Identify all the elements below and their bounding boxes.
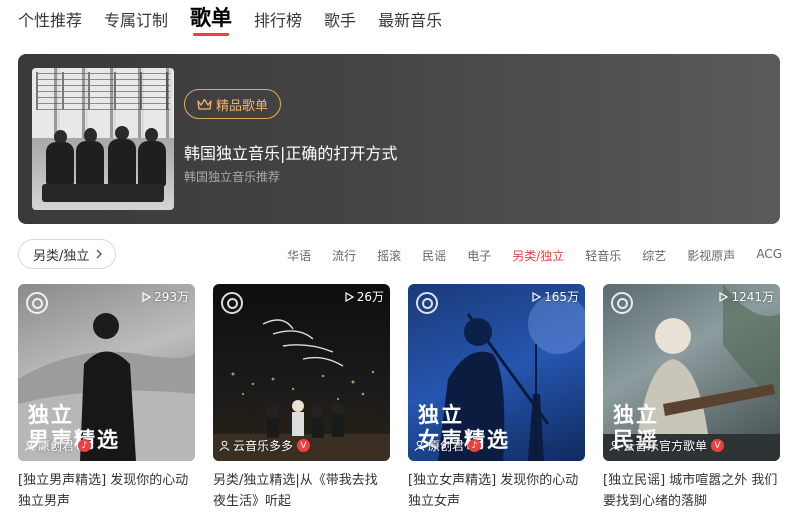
music-badge-icon: ♪ [468, 439, 482, 452]
tag-folk[interactable]: 民谣 [422, 247, 446, 264]
tab-recommend[interactable]: 个性推荐 [18, 0, 82, 31]
playlist-card[interactable]: 165万 独立 女声精选 原创君 ♪ [独立女声精选] 发现你的心动独立女声 [408, 284, 585, 512]
user-icon [24, 440, 35, 451]
tab-new-music[interactable]: 最新音乐 [378, 0, 442, 31]
category-selector-label: 另类/独立 [33, 248, 90, 264]
tag-soundtrack[interactable]: 影视原声 [687, 247, 735, 264]
banner-subtitle: 韩国独立音乐推荐 [184, 170, 281, 184]
premium-playlist-badge[interactable]: 精品歌单 [184, 89, 282, 119]
playlist-creator[interactable]: 云音乐官方歌单 V [609, 437, 725, 454]
featured-playlist-banner[interactable]: 精品歌单 韩国独立音乐|正确的打开方式 韩国独立音乐推荐 [18, 54, 780, 224]
tag-light-music[interactable]: 轻音乐 [585, 247, 621, 264]
user-icon [414, 440, 425, 451]
category-selector-button[interactable]: 另类/独立 [18, 239, 117, 269]
banner-cover-image[interactable] [32, 68, 174, 210]
playlist-card[interactable]: 293万 独立 男声精选 原创君 ♪ [独立男声精选] 发现你的心动独立男声 [18, 284, 195, 512]
playlist-card[interactable]: 26万 云音乐多多 V 另类/独立精选|从《带我去找夜生活》听起 [213, 284, 390, 512]
playlist-title[interactable]: [独立男声精选] 发现你的心动独立男声 [18, 470, 195, 512]
verified-badge-icon: V [297, 439, 311, 452]
playlist-creator[interactable]: 原创君 ♪ [414, 437, 482, 454]
play-count: 293万 [141, 288, 189, 305]
crown-icon [197, 98, 212, 110]
tab-exclusive[interactable]: 专属订制 [104, 0, 168, 31]
music-badge-icon: ♪ [78, 439, 92, 452]
chevron-right-icon [96, 249, 103, 259]
playlist-title[interactable]: 另类/独立精选|从《带我去找夜生活》听起 [213, 470, 390, 512]
playlist-creator[interactable]: 云音乐多多 V [219, 437, 311, 454]
play-count: 26万 [344, 288, 384, 305]
play-count: 165万 [531, 288, 579, 305]
banner-title[interactable]: 韩国独立音乐|正确的打开方式 [184, 140, 397, 164]
tag-electronic[interactable]: 电子 [467, 247, 491, 264]
top-nav: 个性推荐 专属订制 歌单 排行榜 歌手 最新音乐 [18, 0, 464, 40]
play-count: 1241万 [718, 288, 774, 305]
tab-playlists[interactable]: 歌单 [190, 0, 232, 36]
tag-pop[interactable]: 流行 [332, 247, 356, 264]
playlist-cover[interactable]: 165万 独立 女声精选 原创君 ♪ [408, 284, 585, 461]
playlist-cover[interactable]: 26万 云音乐多多 V [213, 284, 390, 461]
user-icon [609, 440, 620, 451]
play-icon [345, 291, 354, 302]
tag-acg[interactable]: ACG [756, 247, 782, 264]
tag-variety[interactable]: 综艺 [642, 247, 666, 264]
playlist-creator[interactable]: 原创君 ♪ [24, 437, 92, 454]
netease-logo-icon [221, 292, 243, 314]
tab-charts[interactable]: 排行榜 [254, 0, 302, 31]
tab-artists[interactable]: 歌手 [324, 0, 356, 31]
tag-rock[interactable]: 摇滚 [377, 247, 401, 264]
netease-logo-icon [26, 292, 48, 314]
premium-badge-label: 精品歌单 [216, 98, 269, 114]
playlist-title[interactable]: [独立女声精选] 发现你的心动独立女声 [408, 470, 585, 512]
netease-logo-icon [416, 292, 438, 314]
verified-badge-icon: V [711, 439, 725, 452]
tag-alternative-indie[interactable]: 另类/独立 [512, 247, 564, 264]
tag-chinese[interactable]: 华语 [287, 247, 311, 264]
playlist-card[interactable]: 1241万 独立 民谣 云音乐官方歌单 V [独立民谣] 城市喧嚣之外 我们要找到… [603, 284, 780, 512]
user-icon [219, 440, 230, 451]
playlist-cover[interactable]: 1241万 独立 民谣 云音乐官方歌单 V [603, 284, 780, 461]
play-icon [719, 291, 729, 302]
play-icon [532, 291, 542, 302]
playlist-cover[interactable]: 293万 独立 男声精选 原创君 ♪ [18, 284, 195, 461]
netease-logo-icon [611, 292, 633, 314]
playlist-title[interactable]: [独立民谣] 城市喧嚣之外 我们要找到心绪的落脚 [603, 470, 780, 512]
play-icon [142, 291, 152, 302]
hot-tags: 华语 流行 摇滚 民谣 电子 另类/独立 轻音乐 综艺 影视原声 ACG [266, 247, 782, 264]
